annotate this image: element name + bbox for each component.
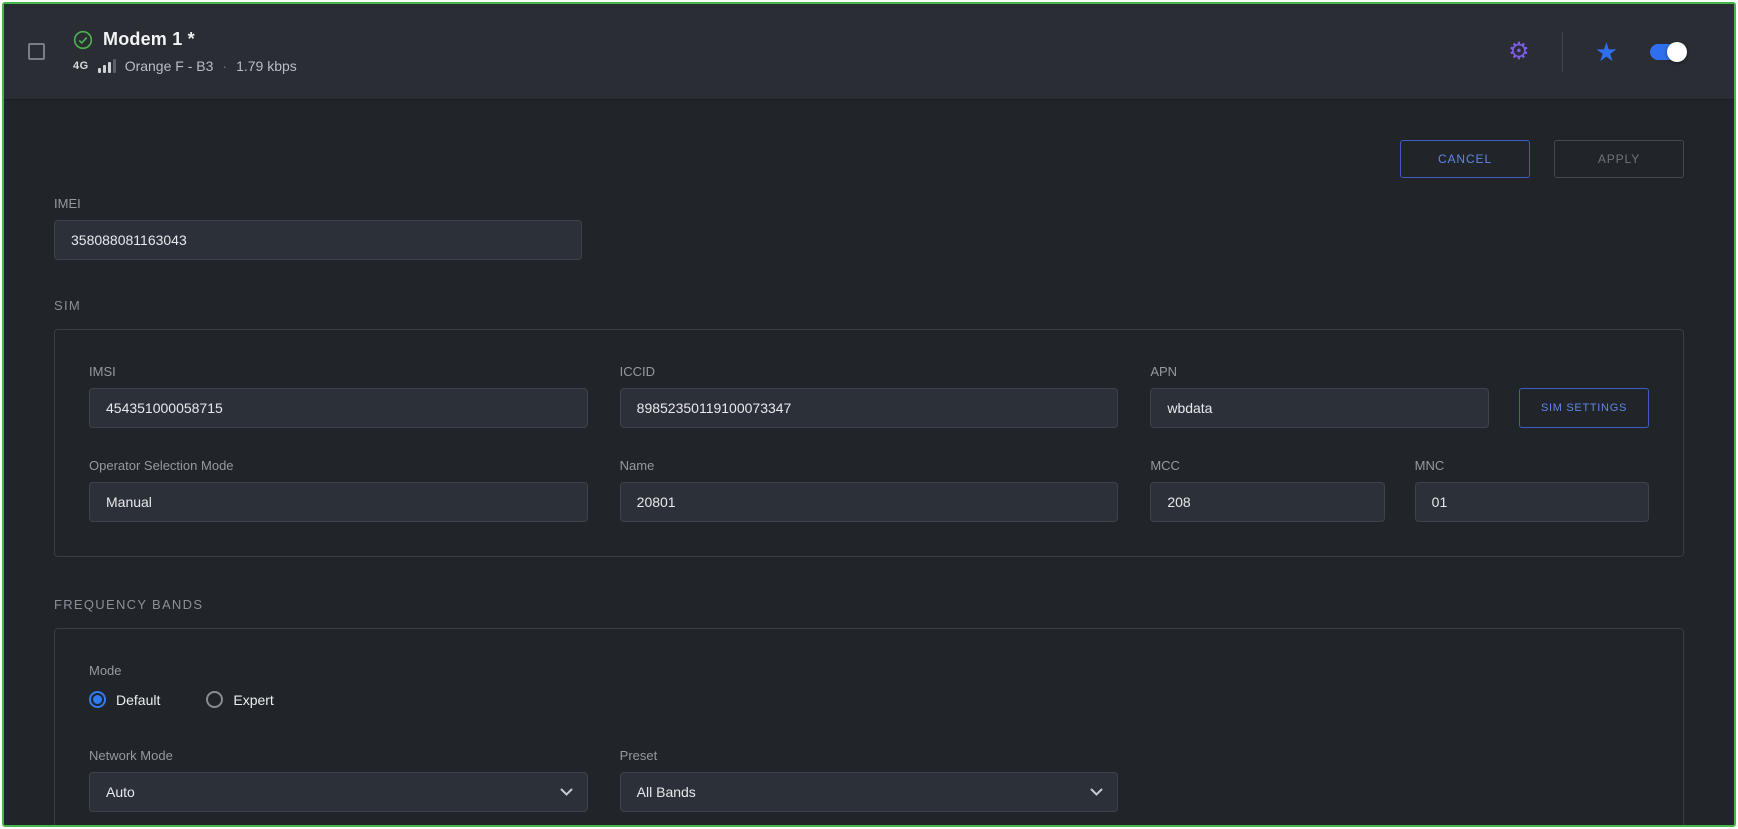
star-icon: ★ <box>1595 37 1618 67</box>
operator-mode-label: Operator Selection Mode <box>89 458 588 473</box>
radio-expert[interactable]: Expert <box>206 691 273 708</box>
chevron-down-icon <box>560 788 573 796</box>
header-controls: ⚙ ★ <box>1504 32 1686 72</box>
frequency-bands-panel: Mode Default Expert Network Mode Auto <box>54 628 1684 825</box>
modem-title: Modem 1 * <box>103 29 195 50</box>
sim-section-label: SIM <box>54 298 1684 313</box>
mcc-label: MCC <box>1150 458 1384 473</box>
apn-field-block: APN <box>1150 364 1489 428</box>
bitrate-label: 1.79 kbps <box>236 58 297 74</box>
operator-mode-input[interactable] <box>89 482 588 522</box>
frequency-dropdown-row: Network Mode Auto Preset All Bands <box>89 748 1649 812</box>
modem-settings-button[interactable]: ⚙ <box>1504 36 1534 68</box>
imei-input[interactable] <box>54 220 582 260</box>
select-modem-checkbox[interactable] <box>28 43 45 60</box>
status-check-icon <box>73 30 93 50</box>
imei-field-block: IMEI <box>54 196 582 260</box>
cancel-button[interactable]: CANCEL <box>1400 140 1530 178</box>
preset-label: Preset <box>620 748 1119 763</box>
radio-default[interactable]: Default <box>89 691 160 708</box>
imsi-input[interactable] <box>89 388 588 428</box>
preset-value: All Bands <box>637 784 696 800</box>
mcc-field-block: MCC <box>1150 458 1384 522</box>
radio-expert-label: Expert <box>233 692 273 708</box>
operator-mode-field-block: Operator Selection Mode <box>89 458 588 522</box>
name-input[interactable] <box>620 482 1119 522</box>
preset-select[interactable]: All Bands <box>620 772 1119 812</box>
modem-card: Modem 1 * 4G Orange F - B3 · 1.79 kbps ⚙… <box>2 2 1736 827</box>
sim-panel: IMSI ICCID APN SIM SETTINGS Operator Sel… <box>54 329 1684 557</box>
apn-input[interactable] <box>1150 388 1489 428</box>
network-mode-field-block: Network Mode Auto <box>89 748 588 812</box>
frequency-bands-section-label: FREQUENCY BANDS <box>54 597 1684 612</box>
radio-default-label: Default <box>116 692 160 708</box>
chevron-down-icon <box>1090 788 1103 796</box>
network-mode-select[interactable]: Auto <box>89 772 588 812</box>
signal-strength-icon <box>98 59 116 73</box>
favorite-button[interactable]: ★ <box>1591 35 1622 69</box>
modem-header: Modem 1 * 4G Orange F - B3 · 1.79 kbps ⚙… <box>4 4 1734 100</box>
gear-icon: ⚙ <box>1508 38 1530 65</box>
dot-separator: · <box>222 58 227 74</box>
iccid-field-block: ICCID <box>620 364 1119 428</box>
modem-title-block: Modem 1 * 4G Orange F - B3 · 1.79 kbps <box>73 29 297 74</box>
sim-settings-button[interactable]: SIM SETTINGS <box>1519 388 1649 428</box>
imei-label: IMEI <box>54 196 582 211</box>
name-label: Name <box>620 458 1119 473</box>
radio-default-circle <box>89 691 106 708</box>
mnc-input[interactable] <box>1415 482 1649 522</box>
header-divider <box>1562 32 1563 72</box>
mode-label: Mode <box>89 663 1649 678</box>
network-mode-value: Auto <box>106 784 135 800</box>
mnc-label: MNC <box>1415 458 1649 473</box>
radio-expert-circle <box>206 691 223 708</box>
mode-radio-group: Default Expert <box>89 691 1649 708</box>
network-mode-label: Network Mode <box>89 748 588 763</box>
modem-settings-body: CANCEL APPLY IMEI SIM IMSI ICCID APN <box>4 100 1734 825</box>
mcc-input[interactable] <box>1150 482 1384 522</box>
apply-button[interactable]: APPLY <box>1554 140 1684 178</box>
modem-enable-toggle[interactable] <box>1650 44 1686 60</box>
apn-cell: APN SIM SETTINGS <box>1150 364 1649 428</box>
mnc-field-block: MNC <box>1415 458 1649 522</box>
apn-label: APN <box>1150 364 1489 379</box>
iccid-input[interactable] <box>620 388 1119 428</box>
imsi-label: IMSI <box>89 364 588 379</box>
iccid-label: ICCID <box>620 364 1119 379</box>
imsi-field-block: IMSI <box>89 364 588 428</box>
name-field-block: Name <box>620 458 1119 522</box>
preset-field-block: Preset All Bands <box>620 748 1119 812</box>
actions-row: CANCEL APPLY <box>54 140 1684 178</box>
operator-label: Orange F - B3 <box>125 58 214 74</box>
network-type-label: 4G <box>73 60 89 72</box>
mcc-mnc-cell: MCC MNC <box>1150 458 1649 522</box>
toggle-knob <box>1667 42 1687 62</box>
